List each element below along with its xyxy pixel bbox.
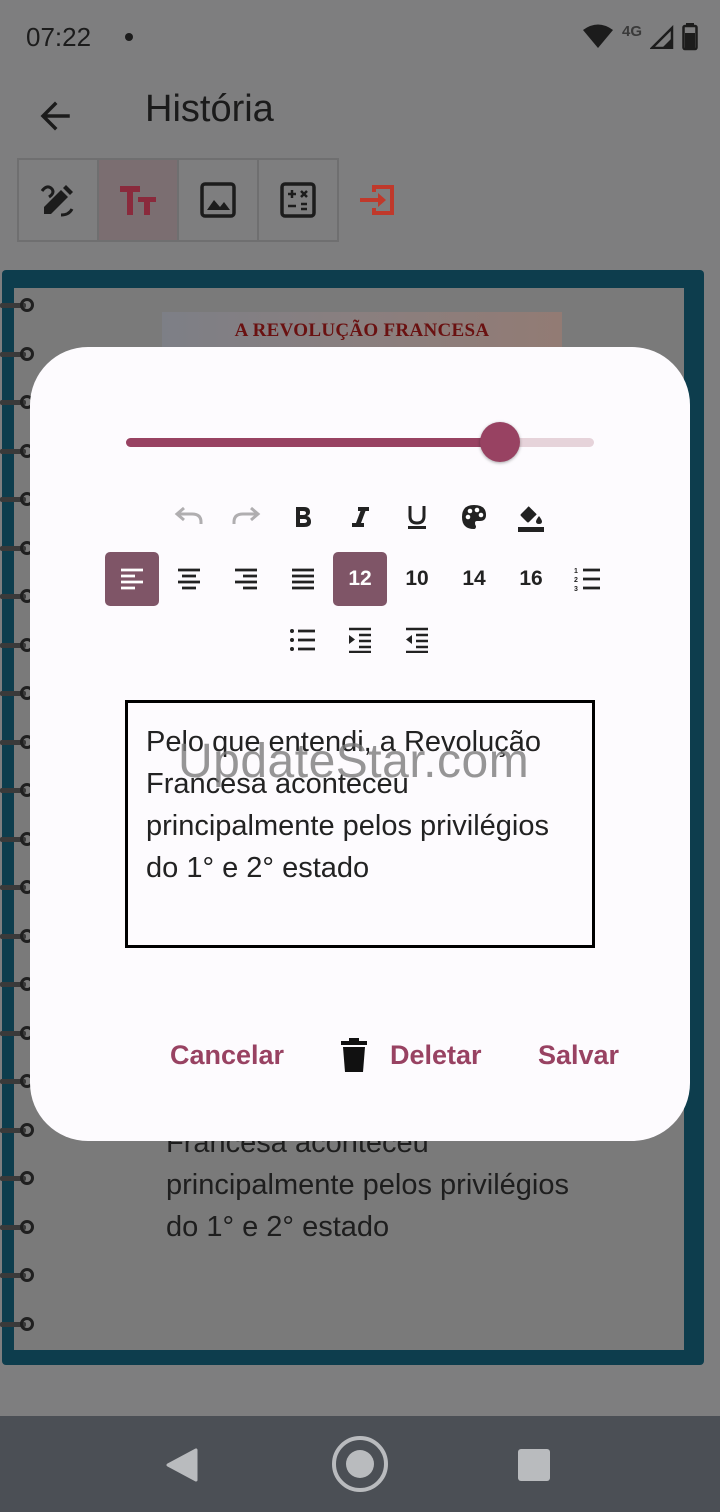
format-row-2: 12 10 14 16 123 [30, 552, 690, 606]
italic-button[interactable] [333, 490, 387, 544]
calculator-icon [280, 182, 316, 218]
font-size-option[interactable]: 12 [333, 552, 387, 606]
indent-increase-button[interactable] [333, 613, 387, 667]
status-bar: 07:22 4G [0, 0, 720, 76]
save-button[interactable]: Salvar [538, 1025, 619, 1085]
undo-icon [174, 506, 203, 524]
font-size-option[interactable]: 14 [447, 552, 501, 606]
align-center-button[interactable] [162, 552, 216, 606]
redo-button[interactable] [219, 490, 273, 544]
underline-button[interactable] [390, 490, 444, 544]
image-icon [200, 182, 236, 218]
indent-increase-icon [349, 627, 371, 653]
redo-icon [232, 506, 261, 524]
spiral-ring [0, 298, 36, 312]
font-size-slider[interactable] [126, 421, 594, 465]
exit-button[interactable] [337, 158, 419, 242]
status-icons: 4G [582, 20, 698, 54]
numbered-list-icon: 1 2 3 [574, 568, 600, 591]
align-justify-icon [292, 568, 314, 590]
page-title: História [145, 88, 274, 130]
svg-text:1: 1 [574, 568, 578, 575]
page-body-line: principalmente pelos privilégios [166, 1169, 569, 1201]
font-size-option[interactable]: 16 [504, 552, 558, 606]
draw-tool-button[interactable] [17, 158, 99, 242]
page-body-line: do 1° e 2° estado [166, 1211, 390, 1243]
arrow-left-icon [40, 101, 70, 131]
triangle-back-icon [166, 1448, 198, 1482]
bold-icon [296, 507, 311, 527]
system-nav-bar [0, 1416, 720, 1512]
bullet-list-icon [290, 629, 315, 651]
spiral-ring [0, 1219, 36, 1234]
align-left-button[interactable] [105, 552, 159, 606]
format-row-1 [30, 490, 690, 544]
font-size-option[interactable]: 10 [390, 552, 444, 606]
image-tool-button[interactable] [177, 158, 259, 242]
exit-icon [360, 185, 394, 215]
italic-icon [352, 507, 369, 527]
slider-active-track [126, 438, 501, 447]
bold-button[interactable] [276, 490, 330, 544]
svg-text:3: 3 [574, 586, 578, 591]
watermark-text: UpdateStar.com [178, 735, 530, 788]
align-justify-button[interactable] [276, 552, 330, 606]
notification-dot [125, 33, 133, 41]
text-color-button[interactable] [447, 490, 501, 544]
delete-button[interactable]: Deletar [340, 1025, 482, 1085]
spiral-ring [0, 1316, 36, 1331]
dialog-actions: Cancelar Deletar Salvar [30, 1025, 690, 1085]
align-right-icon [235, 568, 257, 590]
text-format-icon [120, 186, 156, 215]
nav-home-button[interactable] [332, 1436, 388, 1492]
signal-icon [650, 25, 674, 49]
format-row-3 [30, 613, 690, 667]
align-left-icon [121, 568, 143, 590]
nav-back-button[interactable] [166, 1448, 198, 1487]
numbered-list-button[interactable]: 1 2 3 [561, 552, 615, 606]
wifi-icon [582, 24, 613, 48]
indent-decrease-icon [406, 627, 428, 653]
draw-pen-icon [40, 185, 74, 217]
delete-label: Deletar [390, 1039, 482, 1070]
math-tool-button[interactable] [257, 158, 339, 242]
battery-icon [682, 23, 698, 51]
nav-recents-button[interactable] [518, 1449, 550, 1481]
align-center-icon [178, 568, 200, 590]
spiral-ring [0, 1122, 36, 1137]
app-bar: História [0, 76, 720, 154]
page-header-title: A REVOLUÇÃO FRANCESA [234, 320, 490, 341]
underline-icon [408, 506, 426, 529]
fill-color-icon [518, 504, 544, 532]
spiral-ring [0, 346, 36, 361]
svg-text:2: 2 [574, 577, 578, 584]
slider-thumb[interactable] [480, 422, 521, 462]
indent-decrease-button[interactable] [390, 613, 444, 667]
network-type-label: 4G [621, 22, 642, 40]
text-tool-button[interactable] [97, 158, 179, 242]
home-circle-icon [346, 1450, 374, 1478]
spiral-ring [0, 1171, 36, 1185]
spiral-ring [0, 1268, 36, 1282]
back-button[interactable] [28, 88, 84, 144]
bullet-list-button[interactable] [276, 613, 330, 667]
fill-color-button[interactable] [504, 490, 558, 544]
align-right-button[interactable] [219, 552, 273, 606]
undo-button[interactable] [162, 490, 216, 544]
status-time: 07:22 [26, 22, 92, 52]
palette-icon [462, 505, 486, 529]
cancel-button[interactable]: Cancelar [170, 1025, 284, 1085]
editor-toolbar [17, 158, 419, 242]
trash-icon [341, 1038, 367, 1072]
